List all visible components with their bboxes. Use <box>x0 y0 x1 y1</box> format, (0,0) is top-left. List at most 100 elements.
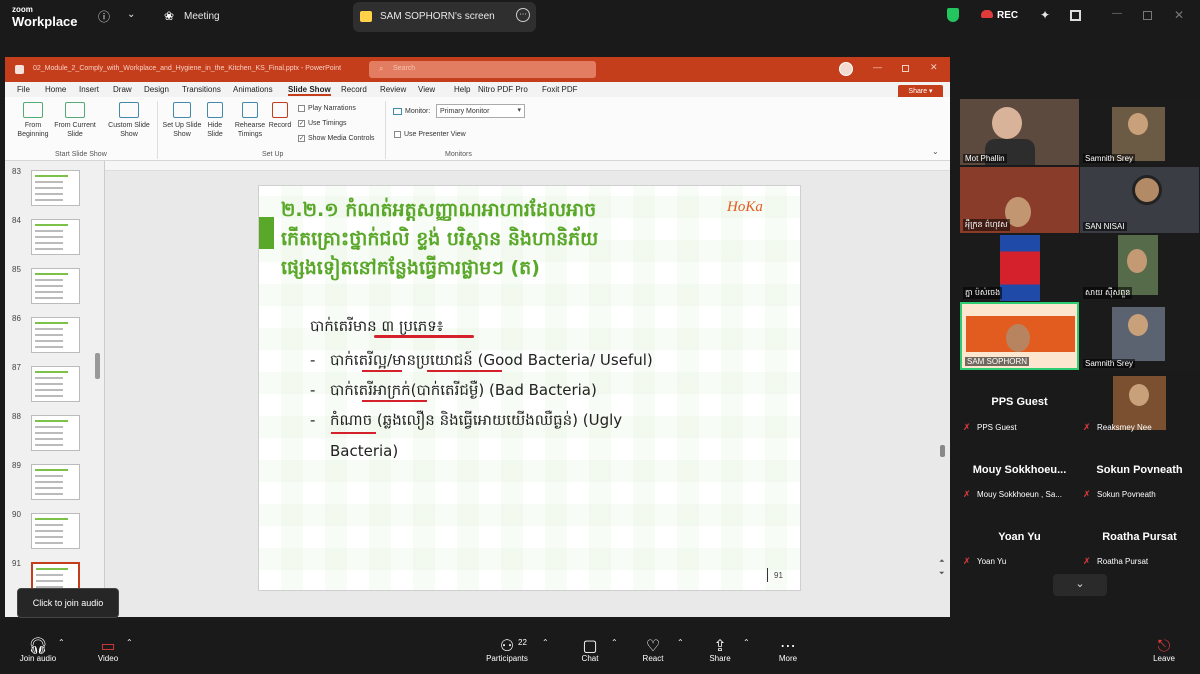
leave-button[interactable]: ⎋ Leave <box>1134 636 1194 672</box>
share-options-chevron[interactable]: ⌃ <box>743 638 750 647</box>
participant-tile[interactable]: Mot Phallin <box>960 99 1079 165</box>
record-button[interactable]: Record <box>267 121 293 130</box>
ai-companion-icon[interactable]: ✦ <box>1040 8 1050 22</box>
participant-tile[interactable]: សាយ ស៊ីសពួន <box>1080 235 1199 301</box>
slide-thumbnail[interactable] <box>31 464 80 500</box>
ppt-maximize-icon[interactable] <box>902 65 909 72</box>
meeting-label[interactable]: Meeting <box>184 11 220 22</box>
participant-tile[interactable]: Samnith Srey <box>1080 302 1199 370</box>
from-beginning-button[interactable]: From Beginning <box>11 121 55 139</box>
ribbon-tab-help[interactable]: Help <box>454 85 470 94</box>
shared-screen-tab[interactable]: SAM SOPHORN's screen ··· <box>353 2 536 32</box>
user-avatar[interactable] <box>839 62 853 76</box>
use-timings-checkbox[interactable]: ✓ <box>298 120 305 127</box>
chevron-down-icon[interactable]: ⌄ <box>127 9 135 20</box>
participant-name: Yoan Yu <box>977 557 1007 566</box>
view-layout-icon[interactable] <box>1070 10 1081 21</box>
info-icon[interactable]: ⓘ <box>98 8 110 25</box>
participant-name: Mouy Sokkhoeun , Sa... <box>977 490 1062 499</box>
participant-tile[interactable]: អុឹក្រន ព៌ហុវស <box>960 167 1079 233</box>
set-up-slide-show-button[interactable]: Set Up Slide Show <box>161 121 203 139</box>
mic-muted-icon: ✗ <box>1083 423 1091 433</box>
from-current-slide-button[interactable]: From Current Slide <box>53 121 97 139</box>
slide-title-line-3: ផ្សេងទៀតនៅកន្លែងធ្វើការផ្លាមៗ (ត) <box>281 257 540 279</box>
react-options-chevron[interactable]: ⌃ <box>677 638 684 647</box>
active-speaker-tile[interactable]: SAM SOPHORN <box>960 302 1079 370</box>
ribbon-tab-transitions[interactable]: Transitions <box>182 85 221 94</box>
ribbon-tab-slide-show[interactable]: Slide Show <box>288 85 331 96</box>
ribbon-tab-design[interactable]: Design <box>144 85 169 94</box>
maximize-icon[interactable] <box>1143 11 1152 20</box>
participant-name: Sokun Povneath <box>1097 490 1156 499</box>
minimize-icon[interactable]: — <box>1112 8 1122 19</box>
ppt-file-title: 02_Module_2_Comply_with_Workplace_and_Hy… <box>33 65 342 72</box>
show-media-checkbox[interactable]: ✓ <box>298 135 305 142</box>
next-slide-icon[interactable]: ⏷ <box>939 569 945 578</box>
participant-display-name: Roatha Pursat <box>1102 531 1177 543</box>
custom-slide-show-button[interactable]: Custom Slide Show <box>103 121 155 139</box>
slide-thumbnail[interactable] <box>31 170 80 206</box>
hide-slide-button[interactable]: Hide Slide <box>203 121 227 139</box>
prev-slide-icon[interactable]: ⏶ <box>939 557 945 566</box>
participants-button[interactable]: ⚇ Participants <box>477 636 537 672</box>
participant-display-name: Yoan Yu <box>998 531 1041 543</box>
ppt-minimize-icon[interactable]: — <box>873 62 882 72</box>
slide-thumbnail[interactable] <box>31 317 80 353</box>
search-placeholder: Search <box>393 65 416 72</box>
ribbon-tab-record[interactable]: Record <box>341 85 367 94</box>
ppt-close-icon[interactable]: ✕ <box>930 62 938 73</box>
ribbon-divider <box>385 101 386 159</box>
security-shield-icon[interactable] <box>947 8 959 22</box>
ppt-search-box[interactable]: ⌕ Search <box>369 61 596 78</box>
group-monitors: Monitors <box>445 151 472 158</box>
slide-thumbnail[interactable] <box>31 219 80 255</box>
ribbon-tab-file[interactable]: File <box>17 85 30 94</box>
slide-thumbnail[interactable] <box>31 513 80 549</box>
participants-options-chevron[interactable]: ⌃ <box>542 638 549 647</box>
share-button[interactable]: ⇪ Share <box>690 636 750 672</box>
ribbon-tab-draw[interactable]: Draw <box>113 85 132 94</box>
ribbon-tab-insert[interactable]: Insert <box>79 85 99 94</box>
ribbon-tab-nitro-pdf-pro[interactable]: Nitro PDF Pro <box>478 85 528 94</box>
thumbs-scrollbar[interactable] <box>95 353 100 379</box>
bullet-dash: - <box>310 351 316 369</box>
play-narrations-checkbox[interactable] <box>298 105 305 112</box>
use-presenter-view-checkbox[interactable] <box>394 131 401 138</box>
close-icon[interactable]: ✕ <box>1174 8 1184 22</box>
ribbon-tab-review[interactable]: Review <box>380 85 406 94</box>
participant-display-name: PPS Guest <box>991 396 1048 408</box>
ribbon-tab-view[interactable]: View <box>418 85 435 94</box>
ribbon-collapse-icon[interactable]: ⌄ <box>932 147 939 156</box>
rehearse-timings-button[interactable]: Rehearse Timings <box>232 121 268 139</box>
ribbon-tab-animations[interactable]: Animations <box>233 85 273 94</box>
more-options-icon[interactable]: ··· <box>516 8 530 22</box>
slide-thumbnail[interactable] <box>31 366 80 402</box>
red-underline <box>362 370 402 372</box>
hide-slide-icon <box>207 102 223 118</box>
gallery-next-page-button[interactable]: ⌄ <box>1053 574 1107 596</box>
use-timings-label: Use Timings <box>308 120 347 127</box>
ribbon-divider <box>157 101 158 159</box>
slide-thumbnail[interactable] <box>31 268 80 304</box>
chat-options-chevron[interactable]: ⌃ <box>611 638 618 647</box>
monitor-select[interactable]: Primary Monitor ▾ <box>436 104 525 118</box>
slide-scrollbar-thumb[interactable] <box>940 445 945 457</box>
zoom-top-bar: zoom Workplace ⓘ ⌄ ❀ Meeting SAM SOPHORN… <box>0 0 1200 34</box>
participant-tile[interactable]: ភ្នា ប៉ស់ចេង <box>960 235 1079 301</box>
ribbon-tab-foxit-pdf[interactable]: Foxit PDF <box>542 85 578 94</box>
participant-tile[interactable]: SAN NISAI <box>1080 167 1199 233</box>
participant-tile[interactable] <box>1113 376 1166 430</box>
participant-face <box>1128 314 1148 336</box>
rec-label[interactable]: REC <box>997 10 1018 21</box>
more-button[interactable]: ⋯ More <box>758 636 818 672</box>
red-underline <box>427 370 502 372</box>
slide-thumbnail[interactable] <box>31 415 80 451</box>
react-button[interactable]: ♡ React <box>623 636 683 672</box>
participant-name: Samnith Srey <box>1083 359 1136 368</box>
audio-options-chevron[interactable]: ⌃ <box>58 638 65 647</box>
video-options-chevron[interactable]: ⌃ <box>126 638 133 647</box>
ribbon-tab-home[interactable]: Home <box>45 85 66 94</box>
zoom-toolbar: 🎧︎ Join audio ⌃ ▭ Video ⌃ ⚇ Participants… <box>0 630 1200 674</box>
slide-thumbnails-pane[interactable]: 83 84 85 86 87 88 89 90 91 <box>5 161 105 617</box>
participant-tile[interactable]: Samnith Srey <box>1080 99 1199 165</box>
